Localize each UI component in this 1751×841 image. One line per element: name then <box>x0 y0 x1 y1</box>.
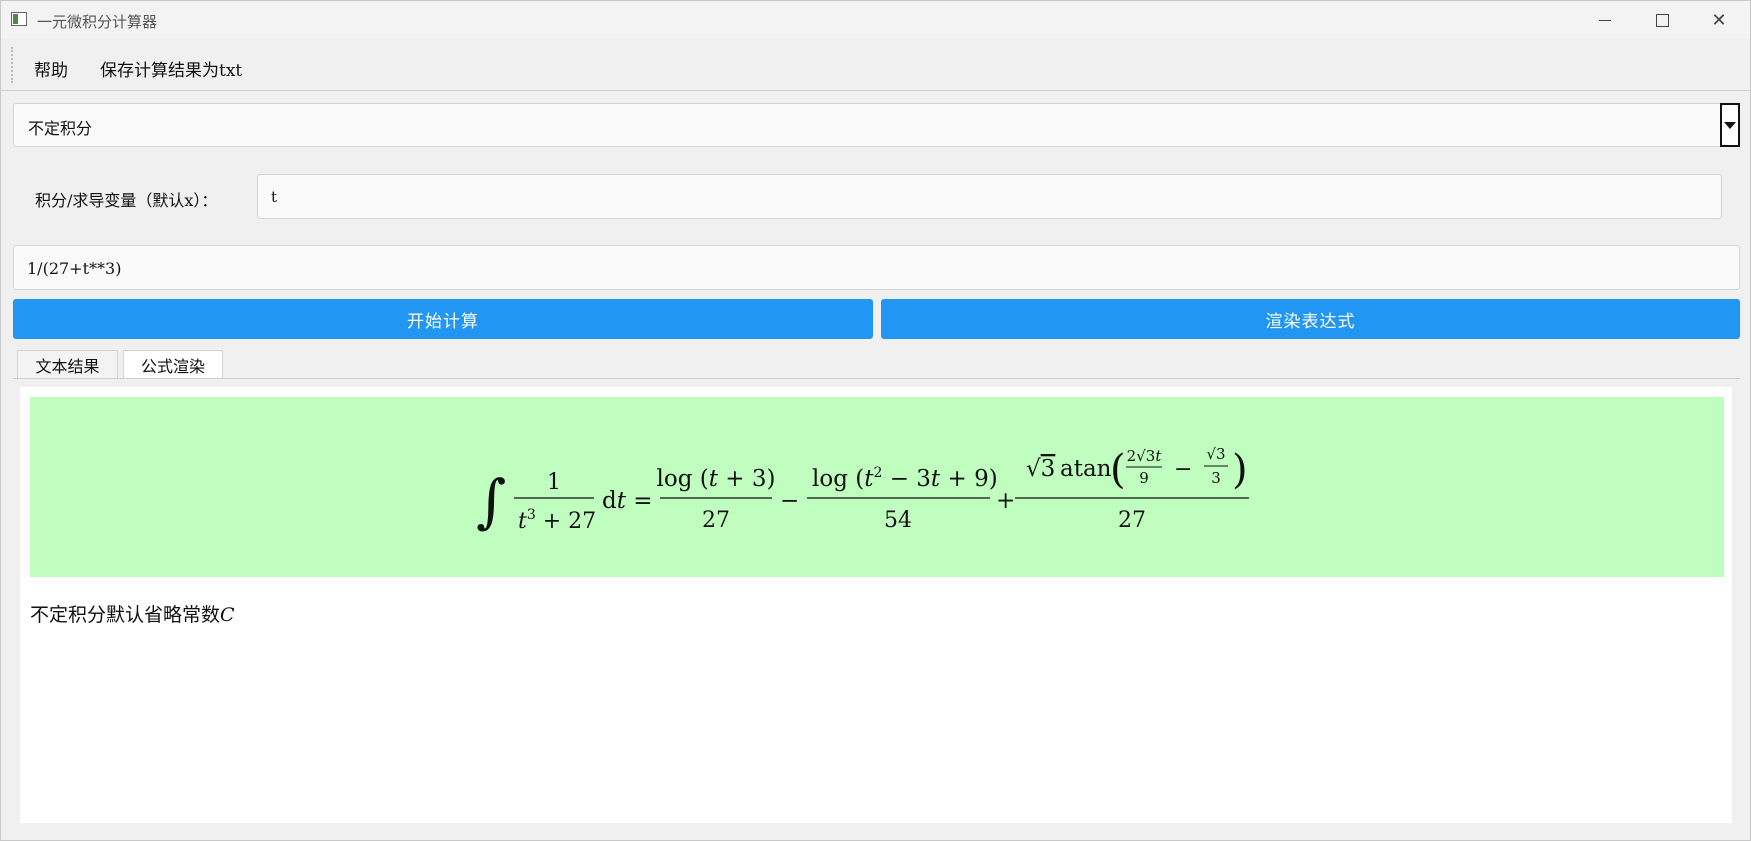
tab-text-result[interactable]: 文本结果 <box>17 350 118 378</box>
constant-note-text: 不定积分默认省略常数 <box>30 604 221 626</box>
title-bar[interactable]: 一元微积分计算器 ✕ <box>1 1 1750 39</box>
app-window: 一元微积分计算器 ✕ 帮助 保存计算结果为txt 不定积分 积分/求导变量（默认… <box>0 0 1751 841</box>
svg-text:log (t + 3): log (t + 3) <box>657 466 776 492</box>
svg-text:2√3t: 2√3t <box>1127 447 1163 465</box>
menubar-grip <box>11 47 13 83</box>
constant-note: 不定积分默认省略常数C <box>30 600 235 627</box>
svg-text:∫: ∫ <box>476 467 506 535</box>
expression-input[interactable]: 1/(27+t**3) <box>13 245 1740 290</box>
tab-divider <box>13 378 1740 379</box>
svg-text:√3: √3 <box>1026 456 1055 482</box>
maximize-icon <box>1655 13 1669 27</box>
svg-text:27: 27 <box>702 508 730 533</box>
calculate-button[interactable]: 开始计算 <box>13 299 873 339</box>
svg-text:54: 54 <box>884 508 912 533</box>
rendered-formula: ∫ 1 t3 + 27 dt = log (t + 3) 27 − log (t… <box>30 397 1724 577</box>
svg-text:log (t2 − 3t + 9): log (t2 − 3t + 9) <box>812 465 998 492</box>
constant-symbol: C <box>220 604 235 626</box>
render-expression-button[interactable]: 渲染表达式 <box>881 299 1740 339</box>
svg-text:t3 + 27: t3 + 27 <box>518 507 596 534</box>
svg-text:+: + <box>996 488 1015 514</box>
svg-text:−: − <box>780 488 799 514</box>
mode-select[interactable]: 不定积分 <box>13 103 1740 147</box>
variable-label: 积分/求导变量（默认x）： <box>35 191 218 210</box>
app-icon <box>11 12 27 26</box>
svg-text:): ) <box>1232 447 1248 493</box>
menu-divider <box>1 90 1750 91</box>
tab-formula-render[interactable]: 公式渲染 <box>123 350 223 378</box>
variable-input[interactable]: t <box>257 174 1722 219</box>
menu-save-txt[interactable]: 保存计算结果为txt <box>100 56 242 81</box>
svg-text:9: 9 <box>1139 469 1149 487</box>
chevron-down-icon <box>1724 121 1736 129</box>
svg-text:27: 27 <box>1118 508 1146 533</box>
mode-select-value: 不定积分 <box>28 119 93 138</box>
svg-text:(: ( <box>1110 447 1126 493</box>
minimize-icon <box>1599 19 1611 21</box>
result-panel: ∫ 1 t3 + 27 dt = log (t + 3) 27 − log (t… <box>20 387 1732 823</box>
svg-text:√3: √3 <box>1206 445 1225 463</box>
menu-bar: 帮助 保存计算结果为txt <box>1 45 1750 89</box>
close-icon: ✕ <box>1711 9 1727 31</box>
svg-text:−: − <box>1174 457 1192 482</box>
menu-help[interactable]: 帮助 <box>34 56 68 81</box>
minimize-button[interactable] <box>1577 1 1633 39</box>
maximize-button[interactable] <box>1634 1 1690 39</box>
dropdown-button[interactable] <box>1720 103 1740 147</box>
svg-text:dt =: dt = <box>602 488 653 514</box>
close-button[interactable]: ✕ <box>1691 1 1747 39</box>
svg-text:3: 3 <box>1211 469 1221 487</box>
window-title: 一元微积分计算器 <box>37 13 158 31</box>
svg-text:1: 1 <box>547 470 561 495</box>
formula-svg: ∫ 1 t3 + 27 dt = log (t + 3) 27 − log (t… <box>476 445 1249 535</box>
svg-text:atan: atan <box>1060 456 1112 482</box>
